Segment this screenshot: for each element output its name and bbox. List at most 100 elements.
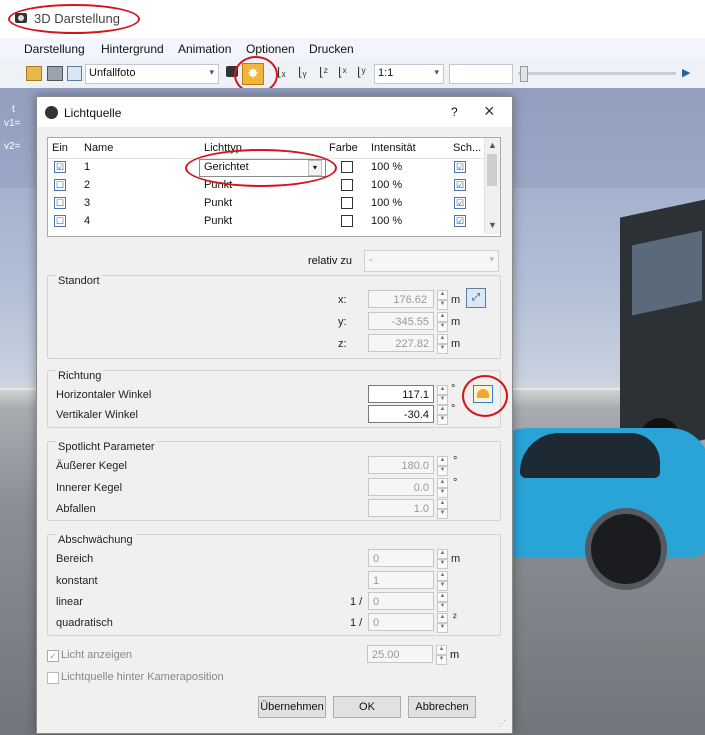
row-lichttyp[interactable]: Punkt [204,215,232,227]
inner-cone-input[interactable]: 0.0 [368,478,434,496]
axis-xz-icon[interactable]: ⌊ˣ [338,65,347,79]
window-titlebar: 3D Darstellung [0,0,705,38]
menu-drucken[interactable]: Drucken [309,42,354,56]
hinter-kamera-checkbox[interactable] [47,672,59,684]
linear-spinner[interactable]: ▲ ▼ [437,592,448,612]
scale-dropdown[interactable]: 1:1 ▾ [374,64,444,84]
menu-hintergrund[interactable]: Hintergrund [101,42,164,56]
resize-grip-icon[interactable]: ⋰ [498,719,506,728]
outer-cone-spinner[interactable]: ▲ ▼ [437,456,448,476]
close-button[interactable]: × [484,101,495,122]
copy-icon[interactable] [67,66,82,81]
horizontal-angle-input[interactable]: 117.1 [368,385,434,403]
konstant-spinner[interactable]: ▲ ▼ [437,571,448,591]
quadratisch-label: quadratisch [56,617,113,629]
outer-cone-label: Äußerer Kegel [56,460,127,472]
col-header-name[interactable]: Name [84,142,113,154]
vertical-angle-unit: ° [451,403,456,415]
time-slider[interactable] [518,66,676,82]
help-button[interactable]: ? [451,105,458,119]
row-lichttyp[interactable]: Punkt [204,197,232,209]
quadratisch-spinner[interactable]: ▲ ▼ [437,613,448,633]
scene-label-v1: v1= [4,118,21,129]
table-scrollbar[interactable]: ▲ ▼ [484,138,500,234]
chevron-down-icon: ▾ [489,254,494,264]
table-row[interactable]: ☐ 4 Punkt 100 % ☑ [48,212,484,230]
axis-z-icon[interactable]: ⌊ᶻ [319,65,328,79]
row-enabled-checkbox[interactable]: ☐ [54,179,66,191]
row-intensity: 100 % [371,215,403,227]
y-label: y: [338,316,347,328]
col-header-intensitaet[interactable]: Intensität [371,142,416,154]
row-shadow-checkbox[interactable]: ☑ [454,215,466,227]
y-input[interactable]: -345.55 [368,312,434,330]
scrollbar-thumb[interactable] [487,154,497,186]
dialog-title: Lichtquelle [64,106,122,120]
ok-button[interactable]: OK [333,696,401,718]
falloff-input[interactable]: 1.0 [368,499,434,517]
print-icon[interactable] [47,66,63,81]
inner-cone-spinner[interactable]: ▲ ▼ [437,478,448,498]
col-header-farbe[interactable]: Farbe [329,142,358,154]
scroll-down-icon[interactable]: ▼ [488,220,497,230]
x-spinner[interactable]: ▲ ▼ [437,290,448,310]
col-header-sch[interactable]: Sch... [453,142,481,154]
row-shadow-checkbox[interactable]: ☑ [454,197,466,209]
play-icon[interactable]: ▶ [682,66,690,79]
menubar: Darstellung Hintergrund Animation Option… [0,38,705,61]
x-unit: m [451,294,461,306]
z-input[interactable]: 227.82 [368,334,434,352]
z-label: z: [338,338,347,350]
vertical-angle-label: Vertikaler Winkel [56,409,138,421]
apply-button[interactable]: Übernehmen [258,696,326,718]
annotation-ellipse [8,4,140,34]
licht-anzeigen-spinner[interactable]: ▲ ▼ [436,645,447,665]
view-dropdown[interactable]: Unfallfoto ▾ [85,64,219,84]
color-swatch[interactable] [341,197,353,209]
bereich-spinner[interactable]: ▲ ▼ [437,549,448,569]
vertical-angle-input[interactable]: -30.4 [368,405,434,423]
konstant-input[interactable]: 1 [368,571,434,589]
vertical-angle-spinner[interactable]: ▲ ▼ [437,405,448,425]
menu-optionen[interactable]: Optionen [246,42,295,56]
bereich-input[interactable]: 0 [368,549,434,567]
row-shadow-checkbox[interactable]: ☑ [454,161,466,173]
table-row[interactable]: ☐ 3 Punkt 100 % ☑ [48,194,484,212]
licht-anzeigen-checkbox[interactable]: ✓ [47,650,59,662]
scroll-up-icon[interactable]: ▲ [488,140,497,150]
horizontal-angle-label: Horizontaler Winkel [56,389,152,401]
x-input[interactable]: 176.62 [368,290,434,308]
row-enabled-checkbox[interactable]: ☑ [54,161,66,173]
licht-anzeigen-input[interactable]: 25.00 [367,645,433,663]
row-enabled-checkbox[interactable]: ☐ [54,197,66,209]
light-source-dialog: Lichtquelle ? × Ein Name Lichttyp Farbe … [36,96,513,734]
horizontal-angle-unit: ° [451,383,456,395]
relativ-dropdown[interactable]: - ▾ [364,250,499,272]
col-header-ein[interactable]: Ein [52,142,68,154]
row-shadow-checkbox[interactable]: ☑ [454,179,466,191]
open-icon[interactable] [26,66,42,81]
horizontal-angle-spinner[interactable]: ▲ ▼ [437,385,448,405]
axis-y-icon[interactable]: ⌊ᵧ [298,65,307,79]
linear-prefix: 1 / [350,596,363,608]
outer-cone-input[interactable]: 180.0 [368,456,434,474]
pick-position-icon[interactable]: ⤢ [466,288,486,308]
slider-thumb[interactable] [520,66,528,82]
color-swatch[interactable] [341,179,353,191]
linear-input[interactable]: 0 [368,592,434,610]
row-enabled-checkbox[interactable]: ☐ [54,215,66,227]
z-spinner[interactable]: ▲ ▼ [437,334,448,354]
y-spinner[interactable]: ▲ ▼ [437,312,448,332]
quadratisch-unit: ² [453,612,457,624]
standort-title: Standort [56,275,102,287]
menu-darstellung[interactable]: Darstellung [24,42,85,56]
axis-yz-icon[interactable]: ⌊ʸ [357,65,366,79]
quadratisch-input[interactable]: 0 [368,613,434,631]
falloff-spinner[interactable]: ▲ ▼ [437,499,448,519]
menu-animation[interactable]: Animation [178,42,231,56]
color-swatch[interactable] [341,215,353,227]
axis-x-icon[interactable]: ⌊ₓ [277,65,286,79]
color-swatch[interactable] [341,161,353,173]
time-spinbox[interactable] [449,64,513,84]
cancel-button[interactable]: Abbrechen [408,696,476,718]
